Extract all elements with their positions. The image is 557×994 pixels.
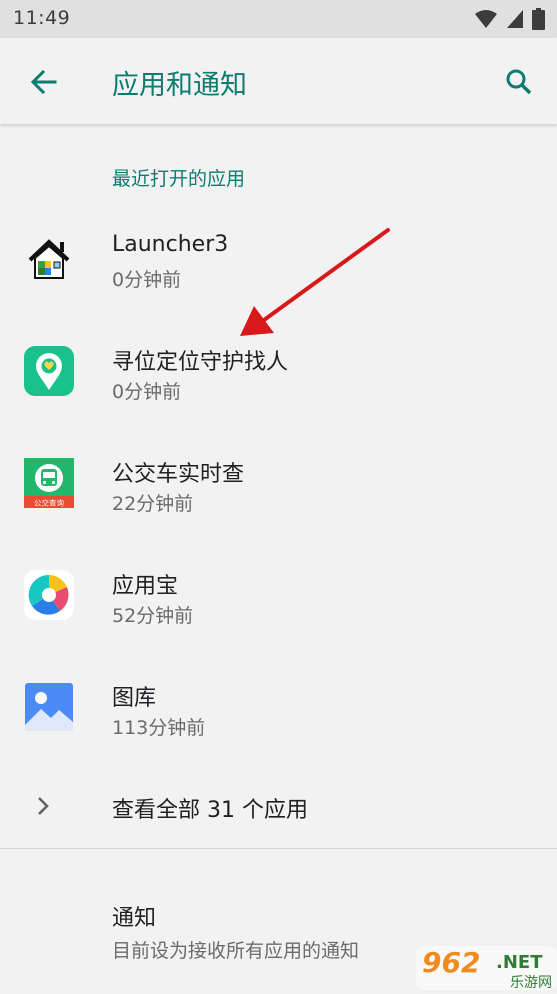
app-name: 公交车实时查 [112, 462, 245, 487]
app-row-launcher3[interactable]: Launcher3 0分钟前 [0, 202, 557, 314]
watermark-text: 乐游网 [510, 975, 552, 990]
app-row-bus-query[interactable]: 公交查询 公交车实时查 22分钟前 [0, 426, 557, 538]
app-last-opened: 113分钟前 [112, 717, 206, 739]
app-name: Launcher3 [112, 232, 229, 257]
app-row-location-guard[interactable]: 寻位定位守护找人 0分钟前 [0, 314, 557, 426]
battery-icon [532, 8, 545, 30]
bus-icon-label: 公交查询 [34, 498, 64, 508]
bus-icon: 公交查询 [24, 458, 74, 508]
search-icon [506, 69, 532, 95]
wifi-icon [475, 10, 497, 28]
arrow-back-icon [30, 69, 57, 95]
app-bar: 应用和通知 [0, 38, 557, 124]
section-header-recent-apps: 最近打开的应用 [112, 168, 246, 190]
app-last-opened: 52分钟前 [112, 605, 194, 627]
see-all-apps-button[interactable]: 查看全部 31 个应用 [0, 762, 557, 848]
search-button[interactable] [499, 62, 539, 102]
page-title: 应用和通知 [112, 70, 247, 101]
gallery-icon [25, 683, 73, 731]
watermark-graphic: 962 .NET 乐游网 [416, 946, 557, 991]
app-row-gallery[interactable]: 图库 113分钟前 [0, 650, 557, 762]
app-row-yingyongbao[interactable]: 应用宝 52分钟前 [0, 538, 557, 650]
watermark-suffix: .NET [496, 952, 543, 973]
watermark-number: 962 [422, 946, 480, 979]
notifications-title: 通知 [112, 906, 157, 931]
back-button[interactable] [24, 62, 64, 102]
cellular-signal-icon [507, 10, 523, 28]
app-last-opened: 0分钟前 [112, 269, 182, 291]
launcher-house-icon [28, 239, 70, 279]
status-bar: 11:49 [0, 0, 557, 38]
app-store-icon [24, 570, 74, 620]
app-last-opened: 22分钟前 [112, 493, 194, 515]
app-last-opened: 0分钟前 [112, 381, 182, 403]
chevron-right-icon [38, 797, 49, 815]
watermark-logo: 962 .NET 乐游网 [416, 938, 557, 991]
notifications-summary: 目前设为接收所有应用的通知 [112, 940, 360, 962]
see-all-apps-label: 查看全部 31 个应用 [112, 798, 308, 823]
location-pin-icon [24, 346, 74, 396]
divider [0, 848, 557, 849]
app-name: 寻位定位守护找人 [112, 350, 289, 375]
app-name: 应用宝 [112, 574, 179, 599]
status-time: 11:49 [13, 7, 71, 29]
app-name: 图库 [112, 686, 157, 711]
status-icons [474, 8, 545, 30]
